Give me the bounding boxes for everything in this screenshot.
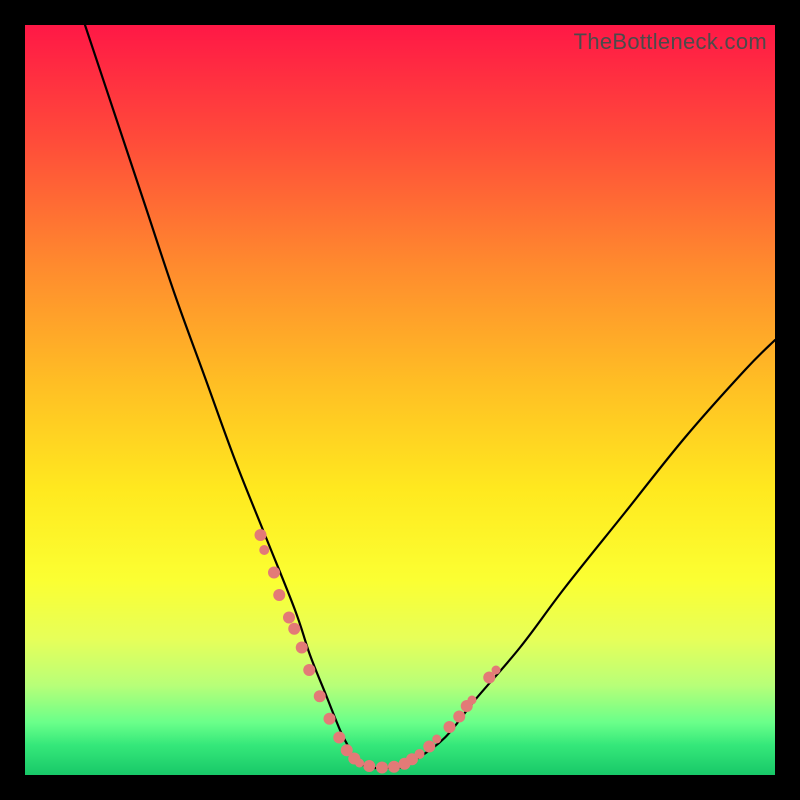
curve-marker [388, 761, 400, 773]
curve-marker [324, 713, 336, 725]
curve-marker [432, 735, 441, 744]
curve-marker [453, 711, 465, 723]
curve-marker [283, 612, 295, 624]
chart-frame: TheBottleneck.com [25, 25, 775, 775]
curve-marker [288, 623, 300, 635]
curve-marker [296, 642, 308, 654]
curve-marker [376, 762, 388, 774]
curve-marker [303, 664, 315, 676]
curve-marker [363, 760, 375, 772]
curve-markers [255, 529, 501, 774]
curve-marker [461, 700, 473, 712]
curve-marker [314, 690, 326, 702]
curve-marker [399, 758, 411, 770]
curve-marker [406, 753, 418, 765]
curve-marker [444, 721, 456, 733]
curve-marker [348, 753, 360, 765]
curve-marker [492, 666, 501, 675]
curve-line [85, 25, 775, 768]
curve-marker [259, 545, 269, 555]
bottleneck-curve-chart [25, 25, 775, 775]
curve-marker [255, 529, 267, 541]
curve-marker [415, 749, 425, 759]
curve-marker [273, 589, 285, 601]
curve-marker [423, 741, 435, 753]
curve-marker [483, 672, 495, 684]
curve-marker [341, 744, 353, 756]
watermark-text: TheBottleneck.com [574, 29, 767, 55]
curve-marker [355, 759, 364, 768]
curve-marker [333, 732, 345, 744]
curve-marker [468, 696, 477, 705]
curve-marker [268, 567, 280, 579]
